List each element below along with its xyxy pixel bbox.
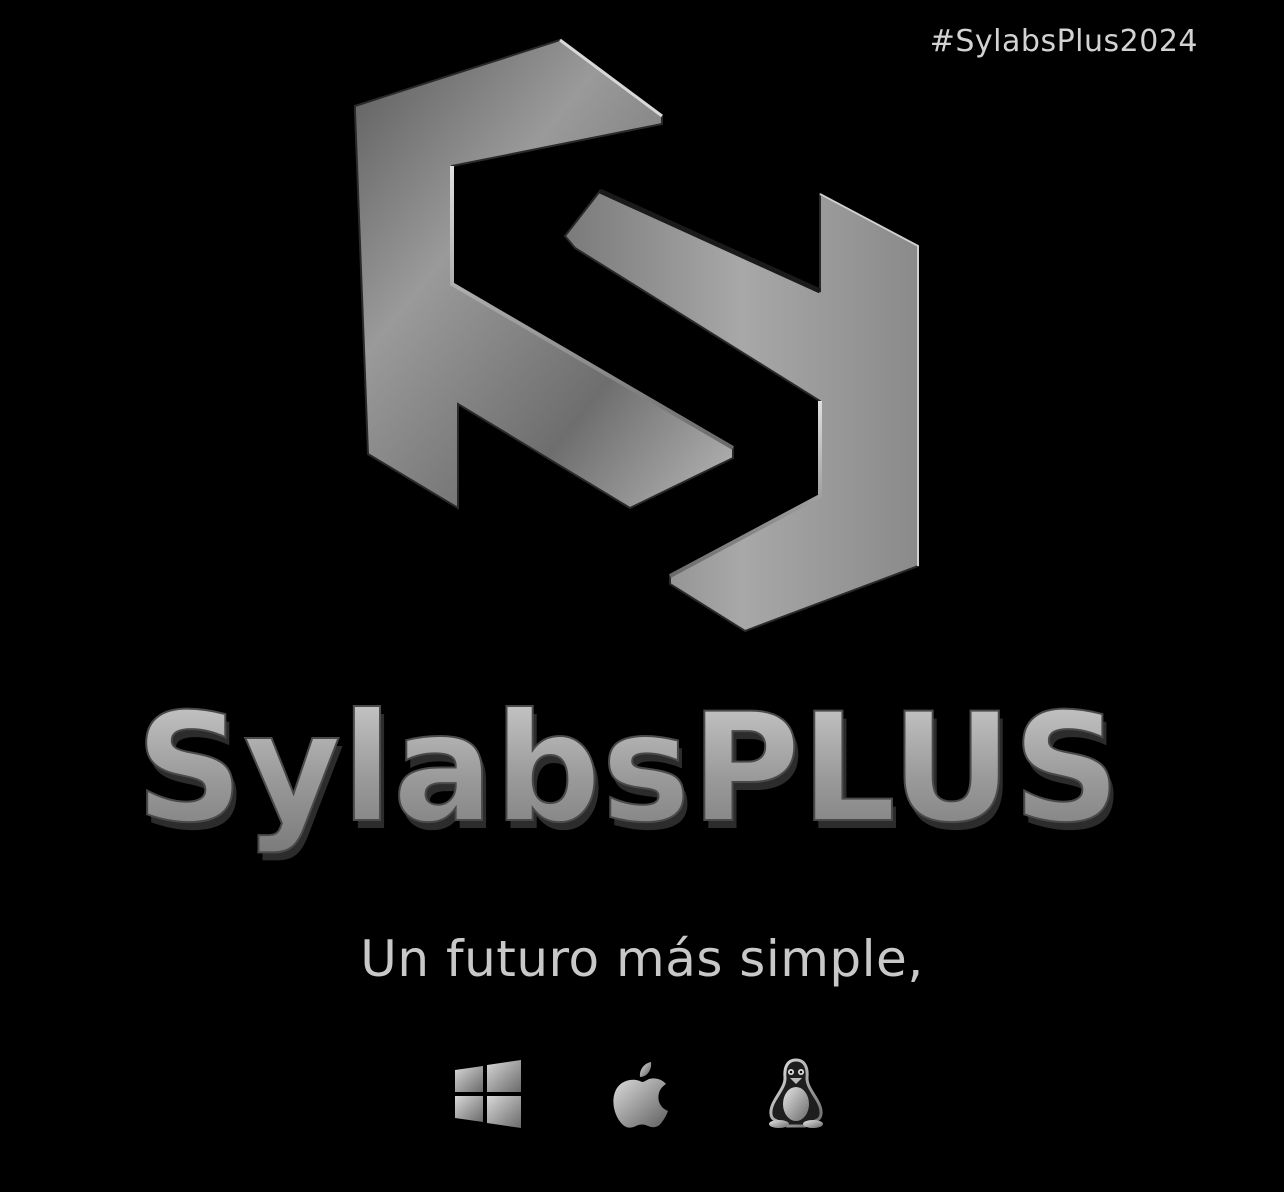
linux-tux-icon (761, 1058, 831, 1130)
brand-name-sylabs: Sylabs (135, 682, 690, 856)
sylabs-logo-emblem (340, 36, 940, 646)
logo-emblem-svg (354, 38, 919, 633)
wordmark-face: SylabsPLUS (135, 682, 1120, 856)
platform-icons-row (0, 1058, 1284, 1130)
tagline-text: Un futuro más simple, (360, 930, 924, 988)
wordmark-svg: SylabsPLUS SylabsPLUS (134, 681, 1124, 864)
apple-icon (607, 1058, 677, 1130)
brand-wordmark: SylabsPLUS SylabsPLUS (0, 680, 1284, 880)
hashtag-text: #SylabsPlus2024 (929, 24, 1198, 59)
windows-icon (453, 1058, 523, 1130)
brand-name-plus: PLUS (691, 682, 1121, 856)
